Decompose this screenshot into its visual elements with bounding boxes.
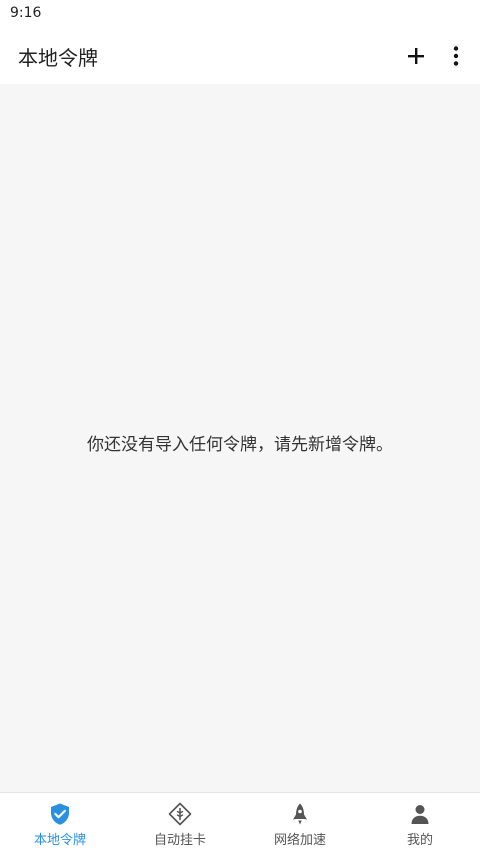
plus-icon: [408, 48, 424, 64]
rocket-icon: [293, 803, 307, 825]
nav-label-network-boost: 网络加速: [273, 833, 326, 848]
nav-label-profile: 我的: [406, 833, 433, 848]
status-bar: 9:16: [0, 0, 480, 28]
add-token-button[interactable]: [400, 40, 432, 72]
nav-item-profile[interactable]: 我的: [360, 793, 480, 853]
more-vertical-icon: [453, 46, 459, 66]
bottom-navigation: 本地令牌 自动挂卡 网络加速 我的: [0, 792, 480, 853]
nav-item-network-boost[interactable]: 网络加速: [240, 793, 360, 853]
more-options-button[interactable]: [444, 40, 468, 72]
nav-label-local-tokens: 本地令牌: [33, 833, 86, 848]
empty-state-message: 你还没有导入任何令牌，请先新增令牌。: [87, 435, 393, 455]
page-title: 本地令牌: [18, 46, 98, 70]
diamond-card-icon: [168, 802, 192, 826]
nav-label-auto-card: 自动挂卡: [153, 833, 206, 848]
app-bar: 本地令牌: [0, 28, 480, 84]
token-list-area: 你还没有导入任何令牌，请先新增令牌。: [0, 84, 480, 792]
nav-item-auto-card[interactable]: 自动挂卡: [120, 793, 240, 853]
nav-item-local-tokens[interactable]: 本地令牌: [0, 793, 120, 853]
status-time: 9:16: [10, 5, 42, 21]
shield-check-icon: [51, 803, 69, 825]
person-icon: [411, 805, 429, 824]
